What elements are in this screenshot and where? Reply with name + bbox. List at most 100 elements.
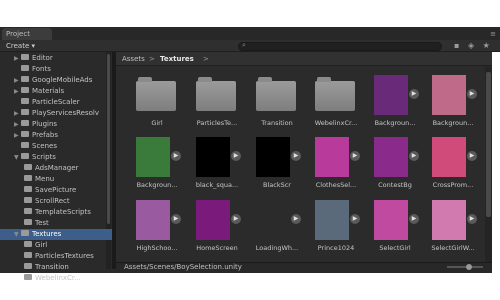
folder-icon (21, 87, 29, 93)
sidebar-item[interactable]: Scenes (14, 141, 106, 152)
asset-texture[interactable]: ▶ SelectGirlW... (430, 198, 488, 262)
expand-play-icon[interactable]: ▶ (171, 214, 181, 224)
asset-label: Transition (261, 119, 293, 127)
toolbar-filter-icons[interactable]: ▪ ◈ ★ (454, 41, 493, 50)
sidebar-item[interactable]: ▶ Plugins (14, 119, 106, 130)
texture-thumbnail (432, 200, 466, 240)
expand-arrow-icon[interactable]: ▶ (14, 108, 21, 119)
folder-icon (21, 65, 29, 71)
expand-play-icon[interactable]: ▶ (467, 89, 477, 99)
expand-arrow-icon[interactable]: ▶ (14, 119, 21, 130)
asset-texture[interactable]: ▶ ContestBg (372, 135, 430, 199)
zoom-slider-knob[interactable] (466, 264, 472, 270)
status-path: Assets/Scenes/BoySelection.unity (124, 263, 242, 271)
folder-icon (24, 164, 32, 170)
asset-texture[interactable]: ▶ Backgroun... (372, 73, 430, 137)
sidebar-item-label: Textures (32, 230, 62, 238)
asset-folder[interactable]: Transition (254, 73, 312, 137)
tab-menu-icon[interactable]: ≡ (490, 28, 496, 40)
expand-play-icon[interactable]: ▶ (467, 151, 477, 161)
sidebar-item-label: Scripts (32, 153, 56, 161)
texture-thumbnail (315, 137, 349, 177)
sidebar-item-label: Test (35, 219, 49, 227)
sidebar-item[interactable]: ScrollRect (24, 196, 106, 207)
expand-arrow-icon[interactable]: ▶ (14, 53, 21, 64)
search-input[interactable] (238, 42, 442, 51)
sidebar-item-label: Transition (35, 263, 69, 271)
texture-thumbnail (315, 200, 349, 240)
breadcrumb-assets[interactable]: Assets (122, 55, 145, 63)
texture-thumbnail (374, 137, 408, 177)
asset-texture[interactable]: ▶ HighSchoo... (134, 198, 192, 262)
expand-play-icon[interactable]: ▶ (231, 151, 241, 161)
asset-texture[interactable]: ▶ LoadingWh... (254, 198, 312, 262)
create-button[interactable]: Create ▾ (6, 41, 35, 52)
folder-icon (21, 54, 29, 60)
texture-thumbnail (374, 200, 408, 240)
asset-label: HighSchoo... (136, 244, 178, 252)
expand-play-icon[interactable]: ▶ (171, 151, 181, 161)
folder-icon (136, 77, 176, 111)
asset-texture[interactable]: ▶ BlackScr (254, 135, 312, 199)
asset-texture[interactable]: ▶ SelectGirl (372, 198, 430, 262)
breadcrumb-textures[interactable]: Textures (160, 55, 194, 63)
sidebar-item[interactable]: WebelinxCr... (24, 273, 106, 284)
expand-play-icon[interactable]: ▶ (291, 214, 301, 224)
expand-play-icon[interactable]: ▶ (409, 214, 419, 224)
sidebar-item[interactable]: ▶ GoogleMobileAds (14, 75, 106, 86)
asset-folder[interactable]: Girl (134, 73, 192, 137)
sidebar-item[interactable]: Transition (24, 262, 106, 273)
asset-label: ClothesSel... (315, 181, 357, 189)
sidebar-item[interactable]: ParticlesTextures (24, 251, 106, 262)
asset-texture[interactable]: ▶ Backgroun... (430, 73, 488, 137)
sidebar-item-label: ParticlesTextures (35, 252, 94, 260)
expand-play-icon[interactable]: ▶ (291, 151, 301, 161)
folder-icon (21, 109, 29, 115)
folder-icon (21, 98, 29, 104)
sidebar-item[interactable]: ▶ Materials (14, 86, 106, 97)
sidebar-item[interactable]: ▶ Prefabs (14, 130, 106, 141)
zoom-slider[interactable] (447, 266, 483, 268)
sidebar-item[interactable]: ▼ Textures (0, 229, 112, 240)
asset-texture[interactable]: ▶ CrossProm... (430, 135, 488, 199)
sidebar-item[interactable]: ▶ PlayServicesResolv (14, 108, 106, 119)
asset-texture[interactable]: ▶ HomeScreen (194, 198, 252, 262)
asset-folder[interactable]: WebelinxCr... (313, 73, 371, 137)
expand-play-icon[interactable]: ▶ (409, 89, 419, 99)
texture-thumbnail (136, 137, 170, 177)
sidebar-item[interactable]: SavePicture (24, 185, 106, 196)
expand-play-icon[interactable]: ▶ (409, 151, 419, 161)
sidebar-item[interactable]: ParticleScaler (14, 97, 106, 108)
sidebar-item-label: Girl (35, 241, 48, 249)
expand-arrow-icon[interactable]: ▶ (14, 86, 21, 97)
sidebar-scroll-thumb[interactable] (107, 54, 110, 224)
expand-play-icon[interactable]: ▶ (467, 214, 477, 224)
folder-icon (21, 76, 29, 82)
tab-project[interactable]: Project (2, 28, 52, 40)
expand-arrow-icon[interactable]: ▼ (14, 229, 21, 240)
sidebar-item-label: Editor (32, 54, 53, 62)
sidebar-item[interactable]: TemplateScripts (24, 207, 106, 218)
sidebar-item[interactable]: Test (24, 218, 106, 229)
expand-arrow-icon[interactable]: ▶ (14, 75, 21, 86)
expand-arrow-icon[interactable]: ▶ (14, 130, 21, 141)
sidebar-item[interactable]: Girl (24, 240, 106, 251)
sidebar-item-label: PlayServicesResolv (32, 109, 99, 117)
sidebar-item[interactable]: ▶ Editor (14, 53, 106, 64)
expand-arrow-icon[interactable]: ▼ (14, 152, 21, 163)
sidebar-item[interactable]: Fonts (14, 64, 106, 75)
sidebar-item[interactable]: AdsManager (24, 163, 106, 174)
asset-texture[interactable]: ▶ Prince1024 (313, 198, 371, 262)
asset-texture[interactable]: ▶ black_squa... (194, 135, 252, 199)
sidebar-item[interactable]: Menu (24, 174, 106, 185)
asset-texture[interactable]: ▶ ClothesSel... (313, 135, 371, 199)
expand-play-icon[interactable]: ▶ (350, 151, 360, 161)
texture-thumbnail (196, 200, 230, 240)
expand-play-icon[interactable]: ▶ (350, 214, 360, 224)
asset-texture[interactable]: ▶ Backgroun... (134, 135, 192, 199)
asset-label: CrossProm... (432, 181, 474, 189)
sidebar-item[interactable]: ▼ Scripts (14, 152, 106, 163)
expand-play-icon[interactable]: ▶ (231, 214, 241, 224)
asset-folder[interactable]: ParticlesTe... (194, 73, 252, 137)
asset-label: black_squa... (195, 181, 239, 189)
